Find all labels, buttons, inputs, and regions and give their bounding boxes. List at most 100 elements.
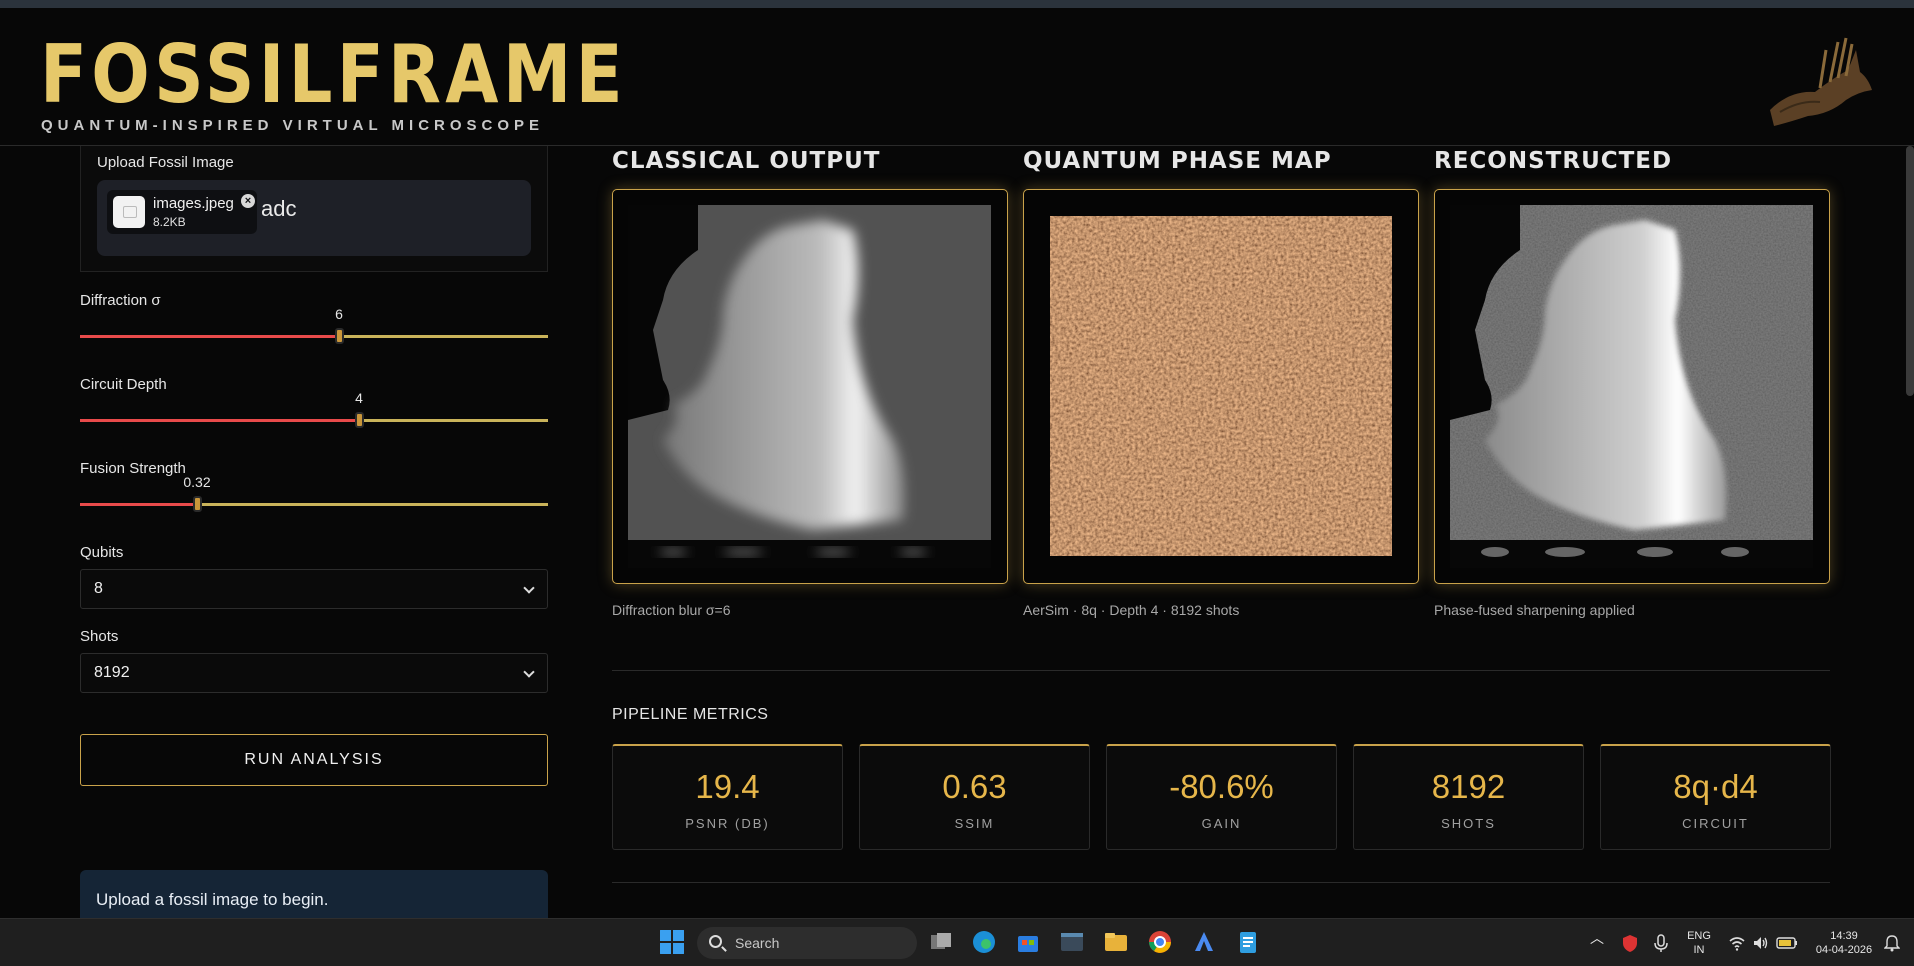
browser-top-strip	[0, 0, 1914, 8]
slider-value: 0.32	[183, 474, 211, 490]
metric-value: 19.4	[695, 768, 760, 805]
image-file-icon	[113, 196, 145, 228]
file-size: 8.2KB	[153, 215, 186, 229]
metric-value: 8192	[1431, 768, 1506, 805]
classical-output-frame	[612, 189, 1008, 584]
divider	[612, 670, 1830, 671]
control-sidebar: Upload Fossil Image images.jpeg 8.2KB × …	[80, 146, 548, 918]
metric-card-psnr: 19.4 PSNR (DB)	[612, 744, 843, 850]
circuit-depth-slider[interactable]: 4	[80, 390, 548, 430]
quantum-phase-frame	[1023, 189, 1419, 584]
region-code: IN	[1693, 944, 1705, 956]
taskbar-search[interactable]: Search	[697, 927, 917, 959]
uploaded-file-chip: images.jpeg 8.2KB ×	[107, 190, 257, 234]
metric-label: SHOTS	[1441, 816, 1496, 831]
circuit-depth-label: Circuit Depth	[80, 376, 167, 393]
slider-thumb[interactable]	[193, 496, 202, 512]
slider-value: 6	[335, 306, 343, 322]
metric-card-gain: -80.6% GAIN	[1106, 744, 1337, 850]
results-area: CLASSICAL OUTPUT Diffraction blur σ=6 QU…	[612, 146, 1832, 918]
notepad-icon[interactable]	[1235, 929, 1261, 955]
notification-bell-icon[interactable]	[1884, 934, 1900, 952]
metric-value: 0.63	[942, 768, 1007, 805]
security-shield-icon[interactable]	[1620, 933, 1640, 953]
metric-label: CIRCUIT	[1682, 816, 1749, 831]
panel-title-classical: CLASSICAL OUTPUT	[612, 148, 881, 174]
app-title: FOSSILFRAME	[40, 28, 627, 121]
dropzone-text: adc	[261, 196, 297, 221]
page-scrollbar[interactable]	[1906, 146, 1914, 396]
chrome-icon[interactable]	[1147, 929, 1173, 955]
store-icon[interactable]	[1015, 929, 1041, 955]
slider-track	[339, 335, 548, 338]
clock-date: 04-04-2026	[1815, 944, 1873, 956]
fossil-logo-icon	[1770, 37, 1872, 126]
slider-track	[359, 419, 548, 422]
search-placeholder: Search	[735, 935, 780, 951]
divider	[612, 882, 1830, 883]
diffraction-label: Diffraction σ	[80, 292, 161, 309]
reconstructed-image	[1450, 205, 1813, 568]
slider-track	[197, 503, 548, 506]
shots-label: Shots	[80, 628, 119, 645]
panel-title-reconstructed: RECONSTRUCTED	[1434, 148, 1673, 174]
shots-value: 8192	[94, 664, 130, 681]
language-code: ENG	[1687, 930, 1711, 942]
upload-card: Upload Fossil Image images.jpeg 8.2KB × …	[80, 146, 548, 272]
chevron-down-icon	[523, 666, 535, 678]
clock[interactable]: 14:39 04-04-2026	[1808, 929, 1880, 957]
edge-browser-icon[interactable]	[971, 929, 997, 955]
clock-time: 14:39	[1830, 930, 1858, 942]
slider-thumb[interactable]	[335, 328, 344, 344]
qubits-value: 8	[94, 580, 103, 597]
app-header: FOSSILFRAME QUANTUM-INSPIRED VIRTUAL MIC…	[0, 8, 1914, 146]
slider-fill	[80, 503, 197, 506]
battery-icon[interactable]	[1776, 936, 1798, 950]
search-icon	[709, 935, 722, 948]
remove-file-icon[interactable]: ×	[241, 194, 255, 208]
task-view-icon[interactable]	[928, 929, 954, 955]
metric-label: PSNR (DB)	[685, 816, 770, 831]
fusion-strength-slider[interactable]: 0.32	[80, 474, 548, 514]
metric-label: SSIM	[954, 816, 995, 831]
classical-output-image	[628, 205, 991, 568]
info-message: Upload a fossil image to begin.	[96, 890, 329, 909]
slider-fill	[80, 335, 339, 338]
metric-value: 8q·d4	[1673, 768, 1758, 805]
language-indicator[interactable]: ENG IN	[1683, 929, 1715, 957]
windows-taskbar: Search ︿ ENG IN 14:39 04-04-2026	[0, 918, 1914, 966]
chevron-down-icon	[523, 582, 535, 594]
metric-card-circuit: 8q·d4 CIRCUIT	[1600, 744, 1831, 850]
metrics-title: PIPELINE METRICS	[612, 706, 769, 723]
qubits-label: Qubits	[80, 544, 124, 561]
slider-thumb[interactable]	[355, 412, 364, 428]
reconstructed-frame	[1434, 189, 1830, 584]
info-message-box: Upload a fossil image to begin.	[80, 870, 548, 918]
metric-value: -80.6%	[1169, 768, 1274, 805]
show-hidden-icons-icon[interactable]: ︿	[1590, 931, 1604, 945]
metric-card-shots: 8192 SHOTS	[1353, 744, 1584, 850]
quantum-phase-map-image	[1050, 216, 1392, 556]
windows-start-icon[interactable]	[659, 929, 685, 955]
run-analysis-button[interactable]: RUN ANALYSIS	[80, 734, 548, 786]
file-explorer-icon[interactable]	[1103, 929, 1129, 955]
slider-fill	[80, 419, 359, 422]
metric-label: GAIN	[1201, 816, 1242, 831]
diffraction-slider[interactable]: 6	[80, 306, 548, 346]
file-dropzone[interactable]: images.jpeg 8.2KB × adc	[97, 180, 531, 256]
app-a-icon[interactable]	[1191, 929, 1217, 955]
microphone-icon[interactable]	[1652, 933, 1670, 953]
qubits-select[interactable]: 8	[80, 569, 548, 609]
shots-select[interactable]: 8192	[80, 653, 548, 693]
panel-title-quantum: QUANTUM PHASE MAP	[1023, 148, 1332, 174]
terminal-icon[interactable]	[1059, 929, 1085, 955]
fusion-strength-label: Fusion Strength	[80, 460, 186, 477]
volume-icon[interactable]	[1752, 934, 1770, 952]
wifi-icon[interactable]	[1728, 934, 1746, 952]
caption-quantum: AerSim · 8q · Depth 4 · 8192 shots	[1023, 602, 1240, 618]
slider-value: 4	[355, 390, 363, 406]
caption-reconstructed: Phase-fused sharpening applied	[1434, 602, 1635, 618]
metric-card-ssim: 0.63 SSIM	[859, 744, 1090, 850]
file-name: images.jpeg	[153, 195, 234, 212]
upload-label: Upload Fossil Image	[97, 154, 234, 171]
